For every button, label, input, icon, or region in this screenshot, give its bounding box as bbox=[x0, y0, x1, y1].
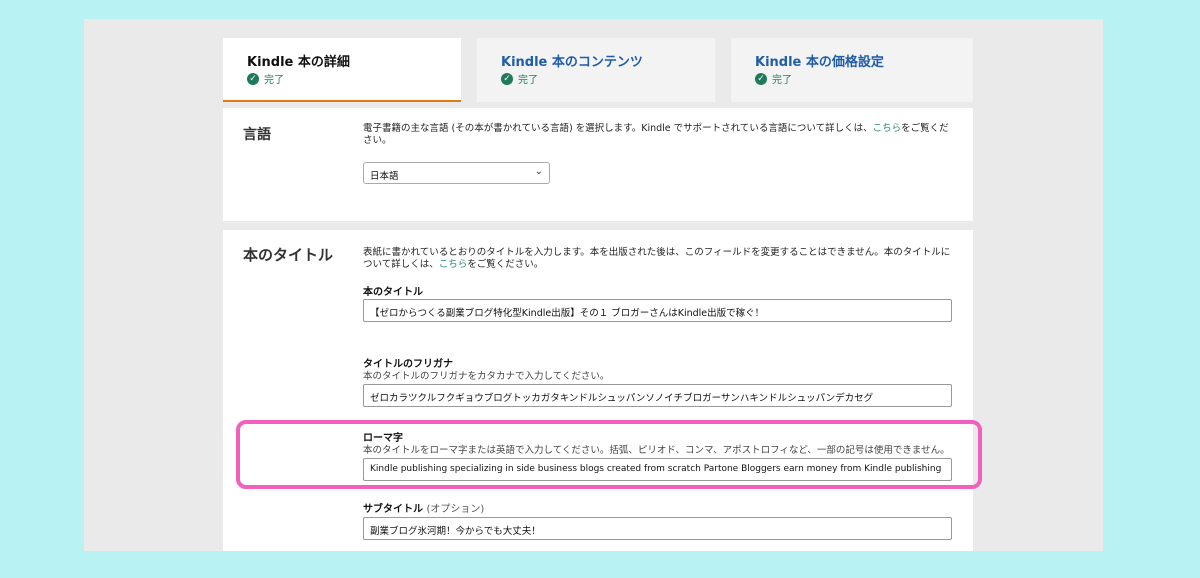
language-select[interactable]: 日本語 ⌄ bbox=[363, 162, 550, 184]
tab-status: ✓ 完了 bbox=[755, 71, 792, 86]
tab-title: Kindle 本の詳細 bbox=[247, 55, 350, 70]
tab-title: Kindle 本のコンテンツ bbox=[501, 55, 643, 70]
tab-book-content[interactable]: Kindle 本のコンテンツ ✓ 完了 bbox=[477, 38, 715, 102]
subtitle-label: サブタイトル (オプション) bbox=[363, 504, 485, 515]
romaji-highlight-frame bbox=[236, 420, 982, 489]
tab-title: Kindle 本の価格設定 bbox=[755, 55, 884, 70]
check-circle-icon: ✓ bbox=[755, 72, 767, 85]
section-label: 言語 bbox=[243, 127, 271, 143]
step-tabs: Kindle 本の詳細 ✓ 完了 Kindle 本のコンテンツ ✓ 完了 Kin… bbox=[223, 38, 973, 102]
book-title-input[interactable]: 【ゼロからつくる副業ブログ特化型Kindle出版】その１ ブロガーさんはKind… bbox=[363, 299, 952, 322]
check-circle-icon: ✓ bbox=[247, 72, 259, 85]
tab-status: ✓ 完了 bbox=[501, 71, 538, 86]
help-link[interactable]: こちら bbox=[439, 259, 468, 270]
section-label: 本のタイトル bbox=[243, 246, 334, 264]
tab-status: ✓ 完了 bbox=[247, 71, 284, 86]
furigana-input[interactable]: ゼロカラツクルフクギョウブログトッカガタキンドルシュッパンソノイチブロガーサンハ… bbox=[363, 384, 952, 407]
tab-book-pricing[interactable]: Kindle 本の価格設定 ✓ 完了 bbox=[731, 38, 973, 102]
check-circle-icon: ✓ bbox=[501, 72, 513, 85]
subtitle-input[interactable]: 副業ブログ氷河期！今からでも大丈夫！ bbox=[363, 517, 952, 540]
language-section: 言語 電子書籍の主な言語 (その本が書かれている言語) を選択します。Kindl… bbox=[223, 108, 973, 221]
section-description: 電子書籍の主な言語 (その本が書かれている言語) を選択します。Kindle で… bbox=[363, 123, 949, 146]
book-title-section: 本のタイトル 表紙に書かれているとおりのタイトルを入力します。本を出版された後は… bbox=[223, 230, 973, 551]
help-link[interactable]: こちら bbox=[873, 123, 902, 134]
furigana-help: 本のタイトルのフリガナをカタカナで入力してください。 bbox=[363, 371, 610, 382]
section-description: 表紙に書かれているとおりのタイトルを入力します。本を出版された後は、このフィール… bbox=[363, 247, 951, 270]
chevron-down-icon: ⌄ bbox=[534, 166, 543, 177]
tab-book-details[interactable]: Kindle 本の詳細 ✓ 完了 bbox=[223, 38, 461, 102]
book-title-label: 本のタイトル bbox=[363, 287, 423, 298]
